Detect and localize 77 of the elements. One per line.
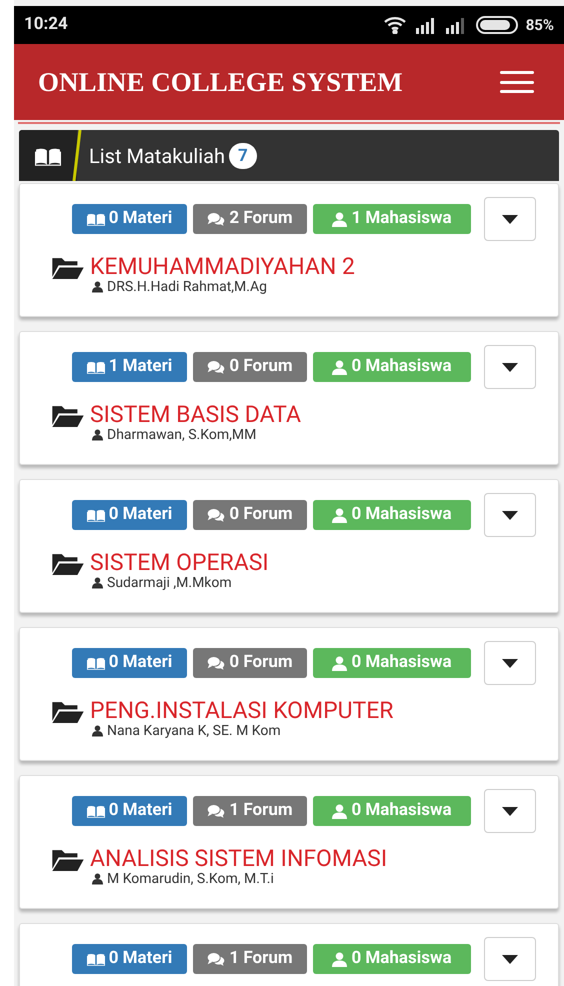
caret-icon [502, 954, 518, 964]
folder-icon [52, 700, 84, 722]
materi-badge: 1 Materi [72, 352, 187, 382]
materi-badge: 0 Materi [72, 648, 187, 678]
person-icon [92, 577, 103, 589]
forum-badge: 2 Forum [193, 204, 307, 234]
chat-icon [207, 804, 226, 818]
person-icon [92, 873, 103, 885]
status-time: 10:24 [24, 13, 68, 36]
user-icon [332, 360, 348, 374]
caret-icon [502, 214, 518, 224]
dropdown-button[interactable] [484, 345, 536, 389]
dropdown-button[interactable] [484, 641, 536, 685]
lecturer-name: M Komarudin, S.Kom, M.T.i [107, 871, 274, 887]
app-title: ONLINE COLLEGE SYSTEM [38, 66, 403, 99]
forum-badge: 1 Forum [193, 796, 307, 826]
mahasiswa-badge: 0 Mahasiswa [313, 500, 471, 530]
materi-badge: 0 Materi [72, 944, 187, 974]
chat-icon [207, 508, 226, 522]
lecturer-name: Nana Karyana K, SE. M Kom [107, 723, 281, 739]
lecturer-name: Dharmawan, S.Kom,MM [107, 427, 256, 443]
course-title[interactable]: SISTEM BASIS DATA [90, 403, 302, 427]
count-badge: 7 [229, 142, 257, 168]
user-icon [332, 952, 348, 966]
dropdown-button[interactable] [484, 493, 536, 537]
book-icon [86, 508, 105, 522]
battery-level: 85% [526, 14, 554, 36]
book-icon [86, 360, 105, 374]
caret-icon [502, 362, 518, 372]
menu-button[interactable] [500, 69, 534, 95]
panel-title: List Matakuliah [89, 142, 226, 170]
folder-icon [52, 552, 84, 574]
caret-icon [502, 658, 518, 668]
book-icon [86, 952, 105, 966]
caret-icon [502, 806, 518, 816]
book-icon [86, 212, 105, 226]
folder-icon [52, 404, 84, 426]
materi-badge: 0 Materi [72, 796, 187, 826]
dropdown-button[interactable] [484, 937, 536, 981]
person-icon [92, 281, 103, 293]
chat-icon [207, 656, 226, 670]
forum-badge: 0 Forum [193, 500, 307, 530]
battery-icon [476, 16, 518, 34]
materi-badge: 0 Materi [72, 500, 187, 530]
user-icon [332, 656, 348, 670]
materi-badge: 0 Materi [72, 204, 187, 234]
caret-icon [502, 510, 518, 520]
dropdown-button[interactable] [484, 197, 536, 241]
user-icon [332, 804, 348, 818]
mahasiswa-badge: 0 Mahasiswa [313, 648, 471, 678]
folder-icon [52, 256, 84, 278]
mahasiswa-badge: 0 Mahasiswa [313, 944, 471, 974]
lecturer-name: Sudarmaji ,M.Mkom [107, 575, 232, 591]
chat-icon [207, 952, 226, 966]
forum-badge: 0 Forum [193, 352, 307, 382]
slash-stripe [71, 130, 83, 181]
course-title[interactable]: SISTEM OPERASI [90, 551, 269, 575]
mahasiswa-badge: 1 Mahasiswa [313, 204, 471, 234]
book-icon [86, 656, 105, 670]
mahasiswa-badge: 0 Mahasiswa [313, 352, 471, 382]
user-icon [332, 212, 348, 226]
course-title[interactable]: PENG.INSTALASI KOMPUTER [90, 699, 394, 723]
wifi-icon [382, 16, 408, 34]
forum-badge: 0 Forum [193, 648, 307, 678]
person-icon [92, 429, 103, 441]
lecturer-name: DRS.H.Hadi Rahmat,M.Ag [107, 279, 267, 295]
forum-badge: 1 Forum [193, 944, 307, 974]
mahasiswa-badge: 0 Mahasiswa [313, 796, 471, 826]
course-title[interactable]: ANALISIS SISTEM INFOMASI [90, 847, 388, 871]
dropdown-button[interactable] [484, 789, 536, 833]
folder-icon [52, 848, 84, 870]
user-icon [332, 508, 348, 522]
book-icon [86, 804, 105, 818]
person-icon [92, 725, 103, 737]
course-title[interactable]: KEMUHAMMADIYAHAN 2 [90, 255, 355, 279]
chat-icon [207, 212, 226, 226]
chat-icon [207, 360, 226, 374]
